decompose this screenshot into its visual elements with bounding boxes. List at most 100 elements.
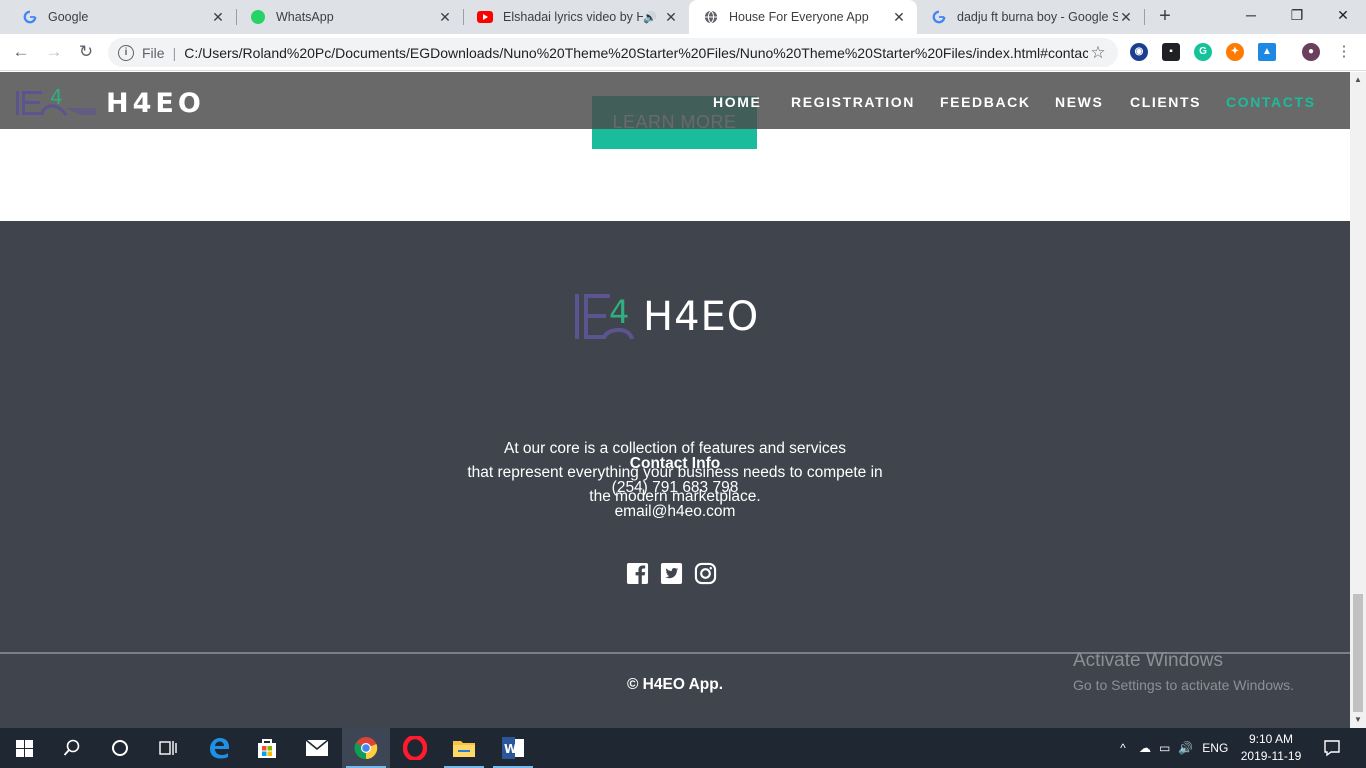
tab-strip: Google ✕ WhatsApp ✕ Elshadai lyrics vide… (0, 0, 1366, 34)
nav-clients[interactable]: CLIENTS (1130, 94, 1201, 110)
reload-button[interactable]: ↻ (74, 40, 98, 64)
grammarly-icon[interactable]: G (1194, 43, 1212, 61)
youtube-icon (477, 9, 493, 25)
taskbar-chrome[interactable] (342, 728, 390, 768)
activate-windows-title: Activate Windows (1073, 650, 1223, 671)
onedrive-cloud-icon[interactable]: ☁ (1139, 741, 1151, 755)
volume-icon[interactable]: 🔊 (1178, 741, 1193, 755)
close-icon[interactable]: ✕ (663, 9, 679, 26)
edge-icon (210, 738, 229, 759)
taskbar-word[interactable]: W (489, 728, 537, 768)
site-footer: 4 H4EO At our core is a collection of fe… (0, 221, 1350, 728)
extension-icon[interactable]: ◉ (1130, 43, 1148, 61)
tab-title: dadju ft burna boy - Google Se (957, 10, 1118, 24)
clock-date: 2019-11-19 (1240, 749, 1302, 763)
taskbar-edge[interactable] (195, 728, 243, 768)
brand-wordmark: H4EO (106, 87, 205, 119)
svg-text:4: 4 (609, 293, 629, 331)
close-icon[interactable]: ✕ (1118, 9, 1134, 26)
address-bar[interactable]: i File | C:/Users/Roland%20Pc/Documents/… (108, 38, 1118, 67)
svg-text:4: 4 (50, 86, 63, 109)
action-center-button[interactable] (1308, 728, 1356, 768)
search-button[interactable] (48, 728, 96, 768)
folder-icon (453, 741, 475, 757)
info-icon[interactable]: i (118, 44, 134, 61)
store-icon (258, 739, 276, 758)
google-icon (931, 9, 947, 25)
instagram-icon[interactable] (694, 562, 717, 585)
bookmark-star-icon[interactable]: ☆ (1088, 43, 1108, 63)
close-icon[interactable]: ✕ (437, 9, 453, 26)
page-viewport: LEARN MORE 4 H4EO HOME REGISTRATION FEED… (0, 72, 1350, 728)
contact-phone[interactable]: (254) 791 683 798 (0, 479, 1350, 497)
scheme-divider: | (172, 44, 177, 61)
taskbar-mail[interactable] (293, 728, 341, 768)
notification-icon (1324, 740, 1340, 757)
restore-button[interactable]: ❐ (1274, 0, 1320, 30)
scrollbar-thumb[interactable] (1353, 594, 1363, 712)
tab-house-for-everyone[interactable]: House For Everyone App ✕ (689, 0, 917, 34)
task-view-button[interactable] (144, 728, 192, 768)
windows-taskbar: W ^ ☁ ▭ 🔊 ENG 9:10 AM 2019-11-19 (0, 728, 1366, 768)
contact-info-title: Contact Info (629, 455, 721, 472)
tab-youtube[interactable]: Elshadai lyrics video by H- 🔊 ✕ (463, 0, 689, 34)
show-hidden-icons-chevron-icon[interactable]: ^ (1115, 741, 1131, 755)
nav-feedback[interactable]: FEEDBACK (940, 94, 1031, 110)
tab-google-search[interactable]: dadju ft burna boy - Google Se ✕ (917, 0, 1144, 34)
mail-icon (305, 739, 329, 756)
tab-google[interactable]: Google ✕ (8, 0, 236, 34)
nav-news[interactable]: NEWS (1055, 94, 1103, 110)
taskbar-opera[interactable] (391, 728, 439, 768)
google-icon (22, 9, 38, 25)
forward-button[interactable]: → (42, 40, 66, 64)
menu-icon[interactable]: ⋮ (1332, 40, 1356, 64)
site-navbar: 4 H4EO HOME REGISTRATION FEEDBACK NEWS C… (0, 72, 1350, 129)
whatsapp-icon (250, 9, 266, 25)
tab-whatsapp[interactable]: WhatsApp ✕ (236, 0, 463, 34)
tab-title: Google (48, 10, 89, 24)
cortana-icon (112, 740, 128, 756)
taskbar-store[interactable] (243, 728, 291, 768)
windows-logo-icon (15, 739, 33, 757)
facebook-icon[interactable] (626, 562, 649, 585)
url-text[interactable]: C:/Users/Roland%20Pc/Documents/EGDownloa… (184, 45, 1088, 61)
new-tab-button[interactable]: + (1154, 5, 1176, 27)
tab-separator (1144, 9, 1145, 25)
tab-title: House For Everyone App (729, 10, 869, 24)
taskbar-file-explorer[interactable] (440, 728, 488, 768)
activate-windows-subtitle: Go to Settings to activate Windows. (1073, 677, 1294, 693)
close-window-button[interactable]: ✕ (1320, 0, 1366, 30)
scroll-up-arrow-icon[interactable]: ▲ (1350, 72, 1366, 88)
tab-title: WhatsApp (276, 10, 334, 24)
battery-icon[interactable]: ▭ (1159, 741, 1170, 755)
scroll-down-arrow-icon[interactable]: ▼ (1350, 712, 1366, 728)
site-logo[interactable]: 4 H4EO (16, 86, 205, 120)
clock-time: 9:10 AM (1248, 732, 1294, 746)
nav-home[interactable]: HOME (713, 94, 761, 110)
task-view-icon (159, 741, 177, 755)
extension-icon[interactable]: ✦ (1226, 43, 1244, 61)
start-button[interactable] (0, 728, 48, 768)
page-scrollbar[interactable]: ▲ ▼ (1350, 72, 1366, 728)
system-tray: ^ ☁ ▭ 🔊 ENG (1115, 728, 1228, 768)
nav-contacts[interactable]: CONTACTS (1226, 94, 1316, 110)
language-indicator[interactable]: ENG (1202, 741, 1228, 755)
nav-registration[interactable]: REGISTRATION (791, 94, 915, 110)
twitter-icon[interactable] (660, 562, 683, 585)
chrome-icon (354, 737, 378, 760)
footer-logo: 4 H4EO (573, 291, 759, 343)
cortana-button[interactable] (96, 728, 144, 768)
close-icon[interactable]: ✕ (210, 9, 226, 26)
extension-icon[interactable]: ▲ (1258, 43, 1276, 61)
contact-email[interactable]: email@h4eo.com (0, 503, 1350, 521)
close-icon[interactable]: ✕ (891, 9, 907, 26)
avatar[interactable]: ● (1302, 43, 1320, 61)
search-icon (63, 739, 80, 756)
minimize-button[interactable]: ─ (1228, 0, 1274, 30)
extension-icon[interactable]: ▪ (1162, 43, 1180, 61)
clock[interactable]: 9:10 AM 2019-11-19 (1236, 731, 1306, 765)
logo-mark-icon: 4 (16, 86, 96, 116)
speaker-icon[interactable]: 🔊 (643, 11, 657, 24)
back-button[interactable]: ← (9, 40, 33, 64)
opera-icon (403, 736, 427, 760)
